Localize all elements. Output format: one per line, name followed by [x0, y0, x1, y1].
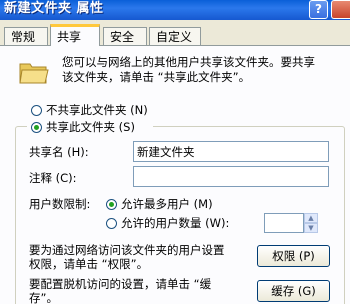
spin-down-icon[interactable]: ▼	[304, 223, 318, 233]
max-users-label[interactable]: 允许最多用户 (M)	[121, 197, 213, 211]
sharing-info-text: 您可以与网络上的其他用户共享该文件夹。要共享 该文件夹，请单击 “共享此文件夹”…	[62, 55, 342, 85]
permissions-text-line-2: 权限，请单击 “权限”。	[29, 257, 149, 271]
info-line-2: 该文件夹，请单击 “共享此文件夹”。	[62, 70, 251, 84]
share-radio[interactable]	[31, 122, 42, 133]
user-count-spinner[interactable]: ▲ ▼	[304, 213, 318, 233]
caching-text-line-1: 要配置脱机访问的设置，请单击 “缓	[29, 277, 212, 291]
share-name-label: 共享名 (H):	[29, 145, 89, 159]
permissions-button[interactable]: 权限 (P)	[257, 245, 330, 267]
tab-strip: 常规 共享 安全 自定义	[0, 24, 350, 46]
shared-folder-icon	[19, 63, 49, 84]
close-button[interactable]	[331, 0, 350, 19]
share-label[interactable]: 共享此文件夹 (S)	[46, 120, 135, 134]
comment-input[interactable]	[133, 166, 329, 187]
sharing-panel: 您可以与网络上的其他用户共享该文件夹。要共享 该文件夹，请单击 “共享此文件夹”…	[0, 45, 350, 304]
tab-general[interactable]: 常规	[4, 27, 48, 45]
caching-button[interactable]: 缓存 (G)	[257, 280, 330, 302]
help-button[interactable]: ?	[309, 0, 328, 19]
tab-sharing[interactable]: 共享	[50, 24, 100, 46]
window-title: 新建文件夹 属性	[4, 1, 104, 16]
permissions-text-line-1: 要为通过网络访问该文件夹的用户设置	[29, 243, 225, 257]
allowed-users-radio[interactable]	[106, 218, 117, 229]
comment-label: 注释 (C):	[29, 171, 77, 185]
tab-customize[interactable]: 自定义	[149, 27, 201, 45]
caching-text-line-2: 存”。	[29, 291, 58, 304]
user-count-input[interactable]	[264, 213, 304, 233]
tab-security[interactable]: 安全	[103, 27, 147, 45]
allowed-users-label[interactable]: 允许的用户数量 (W):	[121, 216, 229, 230]
no-share-label[interactable]: 不共享此文件夹 (N)	[46, 103, 148, 117]
spin-up-icon[interactable]: ▲	[304, 213, 318, 223]
info-line-1: 您可以与网络上的其他用户共享该文件夹。要共享	[62, 55, 315, 69]
max-users-radio[interactable]	[106, 199, 117, 210]
share-name-input[interactable]: 新建文件夹	[133, 141, 329, 162]
title-bar[interactable]: 新建文件夹 属性 ?	[0, 0, 350, 20]
no-share-radio[interactable]	[31, 105, 42, 116]
properties-dialog: 新建文件夹 属性 ? 常规 共享 安全 自定义 您可以与网络上的其他用户共享该文…	[0, 0, 350, 304]
user-limit-label: 用户数限制:	[29, 197, 91, 211]
